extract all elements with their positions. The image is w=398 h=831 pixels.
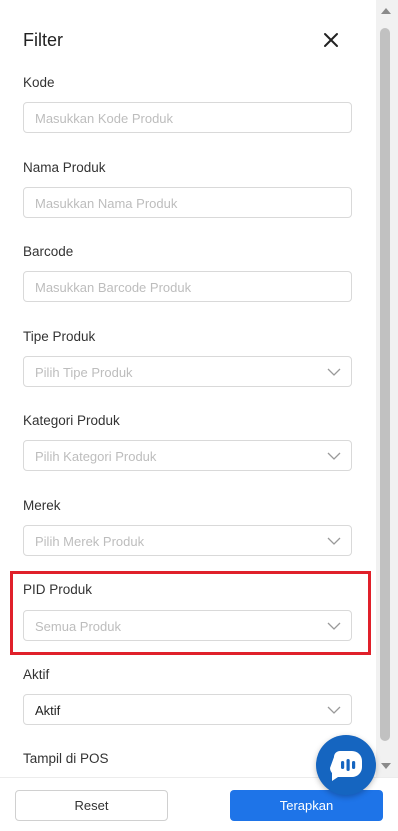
chevron-down-icon [327,452,341,460]
merek-placeholder: Pilih Merek Produk [35,534,145,549]
barcode-label: Barcode [23,244,74,259]
aktif-label: Aktif [23,667,50,682]
aktif-select[interactable]: Aktif [23,694,352,725]
kategori-label: Kategori Produk [23,413,120,428]
aktif-value: Aktif [35,703,61,718]
tipe-label: Tipe Produk [23,329,96,344]
nama-placeholder: Masukkan Nama Produk [35,196,178,211]
reset-button[interactable]: Reset [15,790,168,821]
scroll-up-arrow-icon[interactable] [381,8,391,14]
filter-header: Filter [23,30,366,54]
kode-placeholder: Masukkan Kode Produk [35,111,174,126]
pid-label: PID Produk [23,582,93,597]
scrollbar-thumb[interactable] [380,28,390,741]
close-icon[interactable] [319,28,343,52]
tipe-placeholder: Pilih Tipe Produk [35,365,133,380]
kategori-placeholder: Pilih Kategori Produk [35,449,157,464]
nama-label: Nama Produk [23,160,106,175]
scrollbar[interactable] [376,0,398,780]
kode-label: Kode [23,75,55,90]
pid-placeholder: Semua Produk [35,619,121,634]
filter-panel: Filter Kode Masukkan Kode Produk Nama Pr… [0,0,376,831]
filter-title: Filter [23,30,63,50]
pid-select[interactable]: Semua Produk [23,610,352,641]
chevron-down-icon [327,706,341,714]
pos-label: Tampil di POS [23,751,109,766]
chevron-down-icon [327,368,341,376]
kode-input[interactable]: Masukkan Kode Produk [23,102,352,133]
merek-select[interactable]: Pilih Merek Produk [23,525,352,556]
barcode-placeholder: Masukkan Barcode Produk [35,280,192,295]
chat-bubble-icon [330,751,362,781]
tipe-select[interactable]: Pilih Tipe Produk [23,356,352,387]
scroll-down-arrow-icon[interactable] [381,763,391,769]
kategori-select[interactable]: Pilih Kategori Produk [23,440,352,471]
chevron-down-icon [327,622,341,630]
chat-button[interactable] [316,735,376,795]
chevron-down-icon [327,537,341,545]
nama-input[interactable]: Masukkan Nama Produk [23,187,352,218]
merek-label: Merek [23,498,61,513]
barcode-input[interactable]: Masukkan Barcode Produk [23,271,352,302]
